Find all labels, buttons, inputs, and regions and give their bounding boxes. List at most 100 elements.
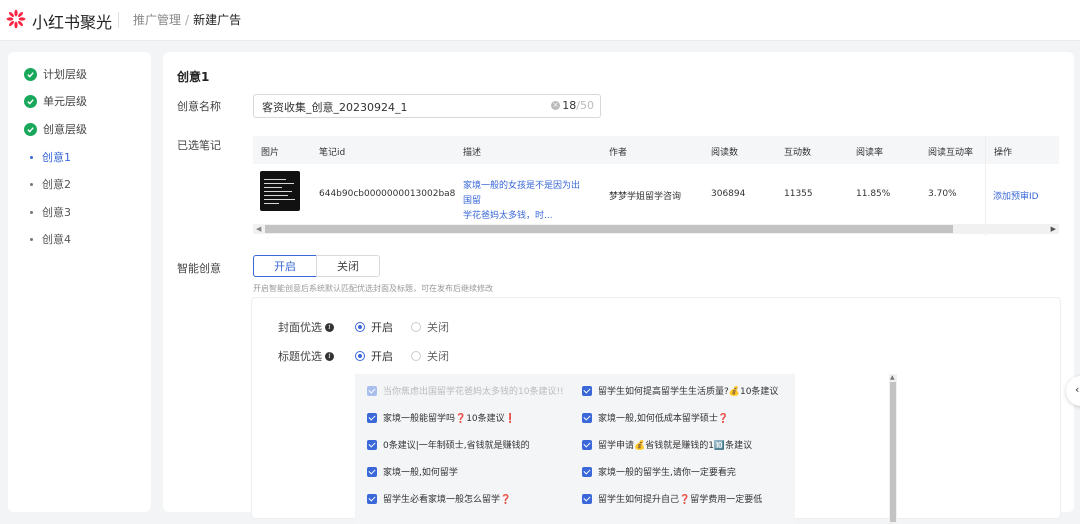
th-desc: 描述: [463, 148, 482, 158]
char-max: /50: [576, 99, 594, 112]
title-option-text: 家境一般能留学吗❓10条建议❗: [383, 414, 516, 424]
th-read-rate: 阅读率: [856, 148, 884, 158]
interactions-cell: 11355: [784, 189, 813, 199]
smart-hint: 开启智能创意后系统默认匹配优选封面及标题，可在发布后继续修改: [253, 284, 493, 293]
title-option[interactable]: 留学生如何提升自己❓留学费用一定要低: [582, 492, 762, 505]
char-count: 18: [562, 99, 577, 112]
creative-panel: 创意1 创意名称 客资收集_创意_20230924_1 × 18/50 已选笔记…: [163, 52, 1074, 524]
flower-logo-icon: [6, 9, 26, 29]
title-option[interactable]: 家境一般能留学吗❓10条建议❗: [367, 411, 516, 424]
reads-cell: 306894: [711, 189, 746, 199]
desc-line: 家境一般的女孩是不是因为出国留: [463, 181, 581, 206]
title-option-text: 留学生必看家境一般怎么留学❓: [383, 495, 512, 505]
notes-table: 图片 笔记id 描述 作者 阅读数 互动数 阅读率 阅读互动率 操作 644b9…: [253, 136, 1059, 236]
breadcrumb-current: 新建广告: [193, 13, 242, 27]
radio-selected-icon: [355, 322, 365, 332]
add-review-id-link[interactable]: 添加预审ID: [993, 189, 1039, 202]
th-action: 操作: [994, 148, 1013, 158]
checkbox-checked-icon[interactable]: [367, 439, 377, 450]
check-circle-icon: [24, 67, 37, 81]
title-option-text: 留学生如何提升自己❓留学费用一定要低: [598, 495, 763, 505]
bullet-dot: [30, 237, 33, 241]
creative-nav-3[interactable]: 创意3: [30, 204, 71, 220]
creative-nav-label: 创意3: [42, 206, 71, 219]
checkbox-checked-icon[interactable]: [582, 466, 592, 477]
checkbox-checked-icon[interactable]: [582, 493, 592, 504]
smart-off-button[interactable]: 关闭: [316, 255, 380, 277]
breadcrumb-separator: /: [185, 13, 190, 27]
checkbox-checked-icon[interactable]: [582, 439, 592, 450]
table-hscrollbar[interactable]: ◀ ▶: [253, 224, 1059, 234]
read-rate-cell: 11.85%: [856, 189, 891, 199]
notes-label: 已选笔记: [177, 139, 221, 152]
note-desc-link[interactable]: 家境一般的女孩是不是因为出国留 学花爸妈太多钱，时...: [463, 179, 583, 224]
checkbox-checked-icon[interactable]: [582, 412, 592, 423]
checkbox-checked-icon[interactable]: [367, 493, 377, 504]
creative-nav-4[interactable]: 创意4: [30, 231, 71, 247]
note-id-cell: 644b90cb0000000013002ba8: [319, 189, 456, 199]
radio-empty-icon: [411, 322, 421, 332]
step-plan[interactable]: 计划层级: [24, 65, 87, 83]
title-option[interactable]: 家境一般的留学生,请你一定要看完: [582, 465, 736, 478]
read-interaction-rate-cell: 3.70%: [928, 189, 957, 199]
radio-label: 关闭: [427, 321, 449, 334]
title-option[interactable]: 留学申请💰省钱就是赚钱的1🔟条建议: [582, 438, 752, 451]
header-divider: [118, 12, 119, 28]
scroll-up-icon[interactable]: ▲: [890, 374, 895, 381]
title-option[interactable]: 留学生如何提高留学生生活质量?💰10条建议: [582, 384, 778, 397]
info-icon[interactable]: i: [325, 351, 334, 361]
title-list-scrollbar[interactable]: ▲: [889, 374, 897, 524]
cover-label-text: 封面优选: [278, 321, 322, 334]
column-divider: [985, 136, 986, 236]
title-option-text: 家境一般,如何低成本留学硕士❓: [598, 414, 730, 424]
creative-name-input[interactable]: 客资收集_创意_20230924_1 × 18/50: [253, 94, 601, 118]
scroll-thumb[interactable]: [265, 225, 953, 233]
author-cell: 梦梦学姐留学咨询: [609, 192, 682, 202]
cover-off-radio[interactable]: 关闭: [411, 319, 449, 335]
title-on-radio[interactable]: 开启: [355, 348, 393, 364]
bullet-dot: [30, 155, 33, 159]
radio-label: 开启: [371, 350, 393, 363]
step-unit[interactable]: 单元层级: [24, 92, 87, 110]
checkbox-checked-icon[interactable]: [582, 385, 592, 396]
title-option-text: 当你焦虑出国留学花爸妈太多钱的10条建议!!: [383, 387, 564, 397]
scroll-right-icon[interactable]: ▶: [1051, 225, 1056, 233]
creative-nav-label: 创意1: [42, 151, 71, 164]
cover-optimize-label: 封面优选 i: [278, 319, 334, 335]
bullet-dot: [30, 210, 33, 214]
title-label-text: 标题优选: [278, 350, 322, 363]
title-option[interactable]: 0条建议|一年制硕士,省钱就是赚钱的: [367, 438, 530, 451]
creative-nav-2[interactable]: 创意2: [30, 176, 71, 192]
smart-on-button[interactable]: 开启: [253, 255, 317, 277]
char-counter: 18/50: [562, 99, 594, 112]
radio-label: 关闭: [427, 350, 449, 363]
title-option[interactable]: 留学生必看家境一般怎么留学❓: [367, 492, 511, 505]
creative-nav-label: 创意2: [42, 178, 71, 191]
creative-nav-1[interactable]: 创意1: [30, 149, 71, 165]
table-header: 图片 笔记id 描述 作者 阅读数 互动数 阅读率 阅读互动率 操作: [253, 136, 1059, 164]
title-candidates-list: 当你焦虑出国留学花爸妈太多钱的10条建议!! 家境一般能留学吗❓10条建议❗ 0…: [355, 374, 897, 524]
cover-on-radio[interactable]: 开启: [355, 319, 393, 335]
radio-label: 开启: [371, 321, 393, 334]
th-interactions: 互动数: [784, 148, 812, 158]
clear-icon[interactable]: ×: [551, 101, 560, 110]
checkbox-checked-icon[interactable]: [367, 412, 377, 423]
title-option[interactable]: 家境一般,如何低成本留学硕士❓: [582, 411, 729, 424]
info-icon[interactable]: i: [325, 322, 334, 332]
note-thumbnail: [260, 171, 300, 211]
top-bar: 小红书聚光 推广管理 / 新建广告: [0, 0, 1080, 41]
th-author: 作者: [609, 148, 628, 158]
checkbox-checked-icon[interactable]: [367, 466, 377, 477]
breadcrumb-parent[interactable]: 推广管理: [133, 13, 181, 27]
th-read-interaction-rate: 阅读互动率: [928, 148, 974, 158]
step-creative[interactable]: 创意层级: [24, 120, 87, 138]
scroll-thumb[interactable]: [890, 382, 896, 522]
step-label: 计划层级: [43, 68, 87, 81]
creative-name-value: 客资收集_创意_20230924_1: [262, 101, 408, 114]
title-option-text: 留学生如何提高留学生生活质量?💰10条建议: [598, 387, 779, 397]
title-off-radio[interactable]: 关闭: [411, 348, 449, 364]
brand-name: 小红书聚光: [32, 13, 113, 32]
scroll-left-icon[interactable]: ◀: [256, 225, 261, 233]
th-note-id: 笔记id: [319, 148, 346, 158]
title-option[interactable]: 家境一般,如何留学: [367, 465, 458, 478]
